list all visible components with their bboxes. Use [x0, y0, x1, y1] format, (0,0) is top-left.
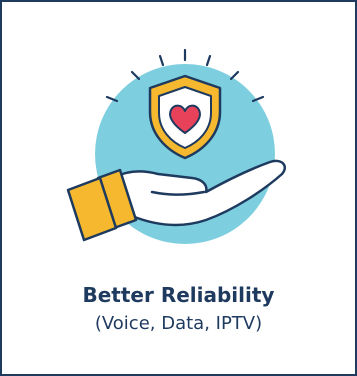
card-title: Better Reliability — [82, 283, 275, 307]
card-subtitle: (Voice, Data, IPTV) — [94, 313, 263, 334]
reliability-card: Better Reliability (Voice, Data, IPTV) — [0, 0, 357, 376]
hand-holding-shield-heart-icon — [66, 48, 287, 244]
